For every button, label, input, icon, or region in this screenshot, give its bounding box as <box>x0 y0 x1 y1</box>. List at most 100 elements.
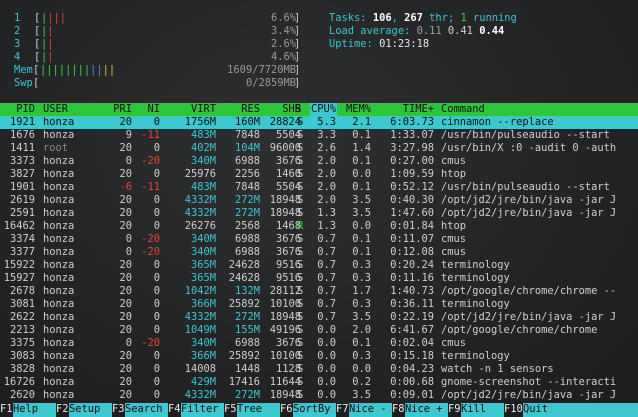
cell-pri: 20 <box>119 363 132 375</box>
footer-action-sortby[interactable]: SortBy <box>293 403 331 417</box>
cell-cpu: 1.3 <box>317 220 336 232</box>
col-header-cpu[interactable]: CPU% <box>309 103 337 116</box>
footer-action-kill[interactable]: Kill <box>461 403 486 417</box>
footer-key-setup[interactable]: F2 <box>56 403 69 417</box>
cpu-4-bars: || <box>41 51 54 63</box>
cell-res: 25892 <box>228 298 260 310</box>
cell-res: 17416 <box>228 376 260 388</box>
process-row[interactable]: 2620 honza 20 0 4332M 272M 18948 S 0.0 3.5 0:09.01… <box>0 389 638 402</box>
cell-s: S <box>297 233 304 245</box>
cell-time: 1:33.07 <box>390 129 434 141</box>
cell-s: S <box>297 285 304 297</box>
footer-action-quit[interactable]: Quit <box>523 403 548 417</box>
process-row[interactable]: 16462 honza 20 0 26276 2568 1468 R 1.3 0.0 0:01.84… <box>0 220 638 233</box>
load-line: Load average: 0.11 0.41 0.44 <box>329 25 504 38</box>
footer-action-search[interactable]: Search <box>125 403 163 417</box>
cell-pri: 20 <box>119 350 132 362</box>
cell-cmd: /opt/jd2/jre/bin/java -jar J <box>441 389 617 401</box>
process-row[interactable]: 3083 honza 20 0 366M 25892 10100 S 0.0 0.3 0:15.18… <box>0 350 638 363</box>
swp-meter: Swp[0/2859MB] <box>14 77 300 90</box>
load-label: Load average: <box>329 25 411 37</box>
footer-action-help[interactable]: Help <box>13 403 38 417</box>
cell-mem: 1.4 <box>352 142 371 154</box>
cell-time: 0:09.01 <box>390 389 434 401</box>
cell-time: 0:52.12 <box>390 181 434 193</box>
process-row[interactable]: 3374 honza 0 -20 340M 6988 3676 S 0.7 0.1 0:11.07 c… <box>0 233 638 246</box>
footer-key-search[interactable]: F3 <box>112 403 125 417</box>
col-header-state[interactable]: S <box>295 103 301 116</box>
swp-label: Swp <box>14 77 33 89</box>
process-row[interactable]: 15922 honza 20 0 365M 24628 9516 S 0.7 0.3 0:20.24… <box>0 259 638 272</box>
col-header-time[interactable]: TIME+ <box>403 103 434 116</box>
col-header-mem[interactable]: MEM% <box>346 103 371 116</box>
cell-user: honza <box>43 155 75 167</box>
footer-key-filter[interactable]: F4 <box>168 403 181 417</box>
process-row[interactable]: 2622 honza 20 0 4332M 272M 18948 S 0.7 3.5 0:22.19… <box>0 311 638 324</box>
footer-action-setup[interactable]: Setup <box>69 403 100 417</box>
footer-action-tree[interactable]: Tree <box>237 403 262 417</box>
cell-pid: 2591 <box>9 207 35 219</box>
cell-virt: 26276 <box>184 220 216 232</box>
process-row[interactable]: 3828 honza 20 0 14008 1448 1128 S 0.0 0.0 0:04.23 w… <box>0 363 638 376</box>
uptime-label: Uptime: <box>329 38 373 50</box>
cell-res: 104M <box>234 142 260 154</box>
process-row[interactable]: 2213 honza 20 0 1049M 155M 49196 S 0.0 2.0 6:41.67… <box>0 324 638 337</box>
process-row[interactable]: 1676 honza 9 -11 483M 7848 5504 S 3.3 0.1 1:33.07/… <box>0 129 638 142</box>
cell-cmd: /opt/jd2/jre/bin/java -jar J <box>441 207 617 219</box>
process-row[interactable]: 2678 honza 20 0 1042M 132M 28112 S 0.7 1.7 1:40.73… <box>0 285 638 298</box>
cell-virt: 4332M <box>184 194 216 206</box>
cell-time: 0:00.68 <box>390 376 434 388</box>
cell-ni: 0 <box>153 142 160 154</box>
process-row[interactable]: 3377 honza 0 -20 340M 6988 3676 S 0.7 0.1 0:12.08 c… <box>0 246 638 259</box>
cell-res: 272M <box>234 311 260 323</box>
cell-mem: 3.5 <box>352 194 371 206</box>
cpu-3-bracket-close: ] <box>294 38 301 50</box>
cpu-2-bars: || <box>41 25 54 37</box>
cell-user: root <box>43 142 69 154</box>
col-header-command[interactable]: Command <box>441 103 485 116</box>
process-row[interactable]: 3373 honza 0 -20 340M 6988 3676 S 2.0 0.1 0:27.00 c… <box>0 155 638 168</box>
cell-res: 25892 <box>228 350 260 362</box>
cell-virt: 483M <box>190 181 216 193</box>
cell-mem: 0.0 <box>352 168 371 180</box>
footer-key-kill[interactable]: F9 <box>448 403 461 417</box>
footer-key-help[interactable]: F1 <box>0 403 13 417</box>
cpu-2-value: 3.4% <box>270 25 296 37</box>
footer-key-nice[interactable]: F8 <box>392 403 405 417</box>
process-row[interactable]: 2591 honza 20 0 4332M 272M 18948 S 1.3 3.5 1:47.60… <box>0 207 638 220</box>
process-row[interactable]: 3375 honza 0 -20 340M 6988 3676 S 0.0 0.1 0:02.04 c… <box>0 337 638 350</box>
cell-cmd: /usr/bin/pulseaudio --start <box>441 181 610 193</box>
cpu-1-value: 6.6% <box>270 12 296 24</box>
footer-key-nice[interactable]: F7 <box>336 403 349 417</box>
cell-time: 1:40.73 <box>390 285 434 297</box>
cell-pid: 3828 <box>9 363 35 375</box>
col-header-pri[interactable]: PRI <box>113 103 132 116</box>
footer-key-sortby[interactable]: F6 <box>280 403 293 417</box>
process-row[interactable]: 3827 honza 20 0 25976 2256 1460 S 2.0 0.0 1:09.59 h… <box>0 168 638 181</box>
footer-action-nice[interactable]: Nice - <box>349 403 387 417</box>
cell-s: S <box>297 194 304 206</box>
col-header-virt[interactable]: VIRT <box>191 103 216 116</box>
col-header-pid[interactable]: PID <box>16 103 35 116</box>
cell-mem: 0.1 <box>352 129 371 141</box>
footer-action-filter[interactable]: Filter <box>181 403 219 417</box>
cell-s: S <box>297 129 304 141</box>
cpu-1-bars: |||| <box>41 12 67 24</box>
selected-process-row[interactable]: 1921 honza 20 0 1756M 160M 28824 S 5.3 2.1 6:03.73… <box>0 116 638 129</box>
col-header-user[interactable]: USER <box>43 103 68 116</box>
footer-key-tree[interactable]: F5 <box>224 403 237 417</box>
process-row[interactable]: 3081 honza 20 0 366M 25892 10100 S 0.7 0.3 0:36.11… <box>0 298 638 311</box>
process-row[interactable]: 15927 honza 20 0 365M 24628 9516 S 0.7 0.3 0:11.16… <box>0 272 638 285</box>
footer-key-quit[interactable]: F10 <box>504 403 523 417</box>
cell-s: S <box>297 363 304 375</box>
cell-cmd: /opt/google/chrome/chrome -- <box>441 285 617 297</box>
process-row[interactable]: 1901 honza -6 -11 483M 7848 5504 S 2.0 0.1 0:52.12… <box>0 181 638 194</box>
process-row[interactable]: 1411 root 20 0 402M 104M 96000 S 2.6 1.4 3:27.98/u… <box>0 142 638 155</box>
col-header-ni[interactable]: NI <box>147 103 160 116</box>
process-row[interactable]: 2619 honza 20 0 4332M 272M 18948 S 2.0 3.5 0:40.30… <box>0 194 638 207</box>
col-header-res[interactable]: RES <box>241 103 260 116</box>
cell-cmd: /usr/bin/pulseaudio --start <box>441 129 610 141</box>
footer-action-nice[interactable]: Nice + <box>405 403 443 417</box>
process-row[interactable]: 16726 honza 20 0 429M 17416 11644 S 0.0 0.2 0:00.6… <box>0 376 638 389</box>
cell-res: 1448 <box>234 363 260 375</box>
